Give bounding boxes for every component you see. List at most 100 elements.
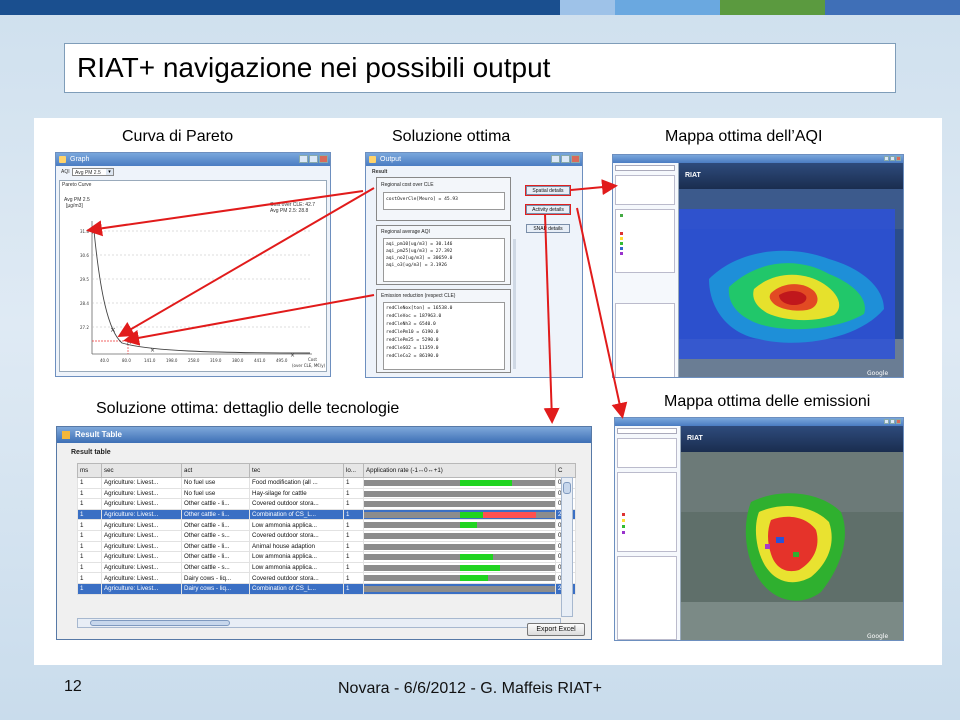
column-header-application-rate[interactable]: Application rate (-1↔0↔+1) (363, 463, 556, 478)
table-cell-lo: 1 (343, 519, 364, 531)
layer-icon (622, 525, 625, 528)
table-cell-ms: 1 (77, 572, 102, 584)
caption-aqi-map: Mappa ottima dell’AQI (665, 128, 823, 145)
places-tree[interactable] (615, 209, 675, 273)
table-cell-lo: 1 (343, 582, 364, 595)
layers-tree[interactable] (617, 556, 677, 640)
places-tree[interactable] (617, 472, 677, 552)
table-row[interactable]: 1 Agriculture: Livest... Other cattle - li… (77, 519, 576, 531)
result-table-titlebar: Result Table (57, 427, 591, 443)
google-watermark: Google (867, 370, 888, 377)
search-results-panel (615, 175, 675, 205)
table-cell-ms: 1 (77, 487, 102, 500)
table-cell-ms: 1 (77, 540, 102, 553)
table-row[interactable]: 1 Agriculture: Livest... No fuel use Food m… (77, 477, 576, 489)
minimize-icon[interactable] (884, 156, 889, 161)
snap-details-button[interactable]: SNAP details (526, 224, 570, 233)
horizontal-scrollbar[interactable] (77, 618, 561, 628)
column-header-act[interactable]: act (181, 463, 250, 478)
cost-textbox[interactable]: costOverCle[Meuro] = 45.93 (383, 192, 505, 210)
table-row[interactable]: 1 Agriculture: Livest... No fuel use Hay-si… (77, 487, 576, 500)
close-icon[interactable] (319, 155, 328, 163)
table-cell-act: Other cattle - li... (181, 540, 250, 553)
activity-details-button[interactable]: Activity details (525, 204, 571, 215)
search-input[interactable] (615, 165, 675, 171)
column-header-ms[interactable]: ms (77, 463, 102, 478)
x-tick-label: 441.0 (254, 358, 266, 363)
aqi-textbox[interactable]: aqi_pm10[ug/m3] = 30.146 aqi_pm25[ug/m3]… (383, 238, 505, 282)
table-cell-ms: 1 (77, 561, 102, 574)
application-rate-bar (363, 529, 556, 542)
application-rate-positive-fill (459, 564, 500, 571)
table-cell-sec: Agriculture: Livest... (101, 529, 182, 542)
table-row[interactable]: 1 Agriculture: Livest... Other cattle - li… (77, 551, 576, 563)
application-rate-positive-fill (459, 575, 489, 582)
application-rate-positive-fill (459, 522, 477, 529)
table-row[interactable]: 1 Agriculture: Livest... Other cattle - li… (77, 508, 576, 521)
emission-panel-label: Emission reduction (respect CLE) (381, 293, 456, 299)
close-icon[interactable] (896, 156, 901, 161)
table-cell-act: Other cattle - s... (181, 529, 250, 542)
pareto-point: × (110, 326, 116, 334)
application-rate-bar (363, 551, 556, 563)
chevron-down-icon: ▾ (106, 169, 113, 175)
table-cell-ms: 1 (77, 498, 102, 510)
horizontal-scroll-thumb[interactable] (90, 620, 230, 626)
aqi-map-window: RIAT Google (612, 154, 904, 378)
export-excel-button[interactable]: Export Excel (527, 623, 585, 636)
minimize-icon[interactable] (551, 155, 560, 163)
table-cell-sec: Agriculture: Livest... (101, 551, 182, 563)
search-input[interactable] (617, 428, 677, 434)
table-header-row: ms sec act tec lo... Application rate (-… (77, 463, 576, 478)
vertical-scrollbar[interactable] (561, 477, 573, 617)
column-header-sec[interactable]: sec (101, 463, 182, 478)
table-row[interactable]: 1 Agriculture: Livest... Other cattle - s.… (77, 529, 576, 542)
table-row[interactable]: 1 Agriculture: Livest... Dairy cows - liq.… (77, 582, 576, 595)
output-window-title: Output (380, 156, 402, 163)
layers-tree[interactable] (615, 303, 675, 377)
spatial-details-button[interactable]: Spatial details (525, 185, 571, 196)
caption-technology-detail: Soluzione ottima: dettaglio delle tecnol… (96, 400, 400, 417)
slide-footer: Novara - 6/6/2012 - G. Maffeis RIAT+ (338, 680, 602, 697)
aqi-selector-dropdown[interactable]: Avg PM 2.5 ▾ (72, 168, 114, 176)
aqi-map[interactable]: Google (679, 189, 904, 378)
table-cell-sec: Agriculture: Livest... (101, 487, 182, 500)
emission-textbox[interactable]: redCleNox[ton] = 16538.0 redCleVoc = 187… (383, 302, 505, 370)
vertical-scroll-thumb[interactable] (563, 482, 571, 494)
layer-icon (620, 242, 623, 245)
minimize-icon[interactable] (299, 155, 308, 163)
maximize-icon[interactable] (561, 155, 570, 163)
column-header-c[interactable]: C (555, 463, 576, 478)
column-header-lo[interactable]: lo... (343, 463, 364, 478)
table-cell-lo: 1 (343, 561, 364, 574)
table-cell-act: Dairy cows - liq... (181, 582, 250, 595)
table-row[interactable]: 1 Agriculture: Livest... Other cattle - s.… (77, 561, 576, 574)
table-cell-ms: 1 (77, 529, 102, 542)
graph-window-titlebar: Graph (56, 153, 330, 166)
close-icon[interactable] (571, 155, 580, 163)
emission-line: redClePm25 = 5290.0 (386, 338, 439, 343)
slide-title: RIAT+ navigazione nei possibili output (77, 52, 551, 83)
maximize-icon[interactable] (309, 155, 318, 163)
table-cell-lo: 1 (343, 487, 364, 500)
output-window-titlebar: Output (366, 153, 582, 166)
close-icon[interactable] (896, 419, 901, 424)
x-tick-label: 319.0 (210, 358, 222, 363)
maximize-icon[interactable] (890, 156, 895, 161)
table-cell-tec: Covered outdoor stora... (249, 529, 344, 542)
pareto-point: × (290, 352, 295, 359)
table-row[interactable]: 1 Agriculture: Livest... Other cattle - li… (77, 498, 576, 510)
column-header-tec[interactable]: tec (249, 463, 344, 478)
x-tick-label: 380.0 (232, 358, 244, 363)
table-row[interactable]: 1 Agriculture: Livest... Other cattle - li… (77, 540, 576, 553)
emission-map[interactable]: Google (681, 452, 904, 641)
table-row[interactable]: 1 Agriculture: Livest... Dairy cows - liq.… (77, 572, 576, 584)
result-label: Result (372, 169, 388, 175)
minimize-icon[interactable] (884, 419, 889, 424)
layer-icon (620, 237, 623, 240)
window-app-icon (59, 156, 66, 163)
aqi-line: aqi_no2[ug/m3] = 30659.0 (386, 256, 453, 261)
scrollbar[interactable] (513, 239, 516, 369)
emission-line: redCleNh3 = 6540.0 (386, 322, 436, 327)
maximize-icon[interactable] (890, 419, 895, 424)
